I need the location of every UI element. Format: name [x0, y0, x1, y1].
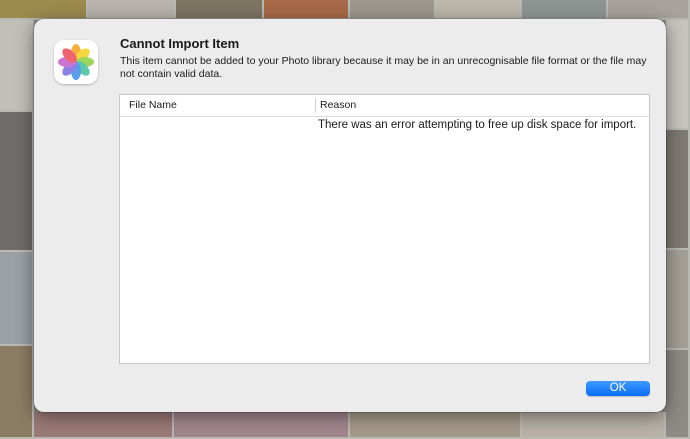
table-row[interactable]: There was an error attempting to free up…	[120, 117, 649, 135]
ok-button[interactable]: OK	[586, 381, 650, 396]
column-header-reason[interactable]: Reason	[320, 95, 356, 116]
thumbnail	[0, 252, 34, 346]
thumbnail	[174, 412, 350, 439]
reason-cell: There was an error attempting to free up…	[318, 119, 637, 131]
thumbnail	[264, 0, 350, 20]
import-error-dialog: Cannot Import Item This item cannot be a…	[34, 19, 666, 412]
dialog-message: This item cannot be added to your Photo …	[120, 55, 647, 80]
import-errors-table[interactable]: File Name Reason There was an error atte…	[119, 94, 650, 364]
dialog-title: Cannot Import Item	[120, 36, 240, 51]
thumbnail	[350, 412, 522, 439]
thumbnail	[436, 0, 522, 20]
column-header-file-name[interactable]: File Name	[129, 95, 177, 116]
thumbnail	[0, 0, 88, 20]
thumbnail	[666, 250, 690, 350]
thumbnail	[0, 20, 34, 112]
photos-flower-icon	[58, 44, 94, 80]
photos-app-icon	[54, 40, 98, 84]
thumbnail	[88, 0, 176, 20]
thumbnail	[34, 412, 174, 439]
thumbnail	[608, 0, 690, 20]
thumbnail	[522, 0, 608, 20]
thumbnail	[350, 0, 436, 20]
table-header: File Name Reason	[120, 95, 649, 117]
thumbnail	[0, 346, 34, 439]
thumbnail	[522, 412, 666, 439]
thumbnail	[666, 350, 690, 439]
thumbnail	[0, 112, 34, 252]
thumbnail	[666, 130, 690, 250]
thumbnail	[666, 20, 690, 130]
column-divider[interactable]	[315, 98, 316, 113]
thumbnail	[176, 0, 264, 20]
